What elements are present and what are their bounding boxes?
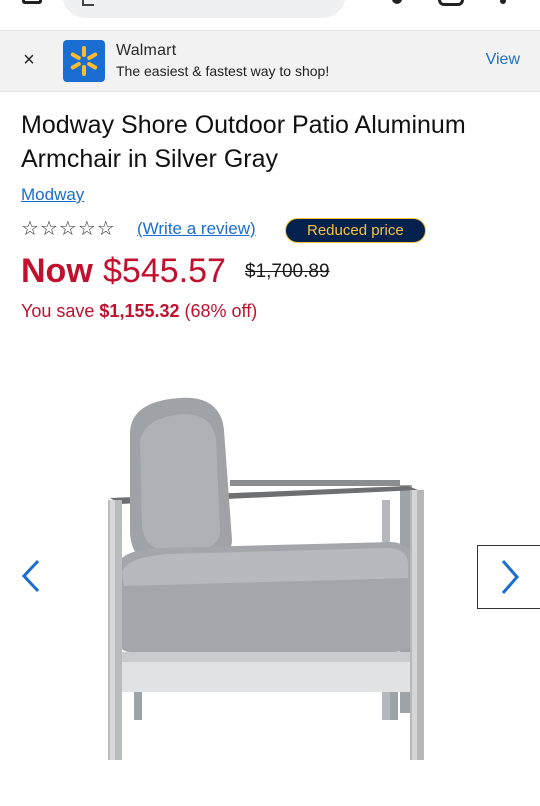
product-title: Modway Shore Outdoor Patio Aluminum Armc…	[21, 111, 466, 173]
search-icon	[82, 0, 94, 6]
previous-image-button[interactable]	[16, 558, 50, 594]
savings-text: You save $1,155.32 (68% off)	[21, 301, 257, 322]
product-image-carousel[interactable]	[0, 360, 540, 806]
save-percent: (68% off)	[184, 301, 258, 321]
brand-link[interactable]: Modway	[21, 185, 84, 205]
save-amount: $1,155.32	[99, 301, 180, 321]
star-icon: ☆	[96, 218, 115, 240]
reduced-price-badge: Reduced price	[285, 218, 426, 243]
save-prefix: You save	[21, 301, 95, 321]
current-price: $545.57	[103, 252, 226, 290]
location-icon[interactable]	[392, 0, 402, 4]
rating-stars: ☆ ☆ ☆ ☆ ☆	[21, 219, 115, 239]
star-icon: ☆	[21, 218, 39, 240]
chevron-left-icon	[21, 559, 40, 593]
star-icon: ☆	[39, 218, 58, 240]
top-search-bar	[0, 0, 540, 30]
more-icon[interactable]	[500, 0, 506, 4]
view-app-button[interactable]: View	[486, 51, 520, 69]
was-price: $1,700.89	[245, 261, 330, 282]
walmart-logo-icon	[63, 40, 105, 82]
search-input[interactable]	[62, 0, 346, 18]
app-install-banner: × Walmart The easiest & fastest way to s…	[0, 30, 540, 92]
star-icon: ☆	[77, 218, 96, 240]
product-image	[108, 397, 424, 760]
write-review-link[interactable]: (Write a review)	[137, 219, 256, 239]
star-icon: ☆	[58, 218, 77, 240]
menu-icon[interactable]	[22, 0, 42, 4]
now-label: Now	[21, 252, 93, 290]
close-banner-button[interactable]: ×	[18, 49, 40, 71]
next-image-button[interactable]	[477, 545, 540, 609]
banner-app-name: Walmart	[116, 42, 177, 59]
cart-icon[interactable]	[438, 0, 464, 6]
chevron-right-icon	[501, 560, 519, 594]
banner-tagline: The easiest & fastest way to shop!	[116, 63, 330, 79]
